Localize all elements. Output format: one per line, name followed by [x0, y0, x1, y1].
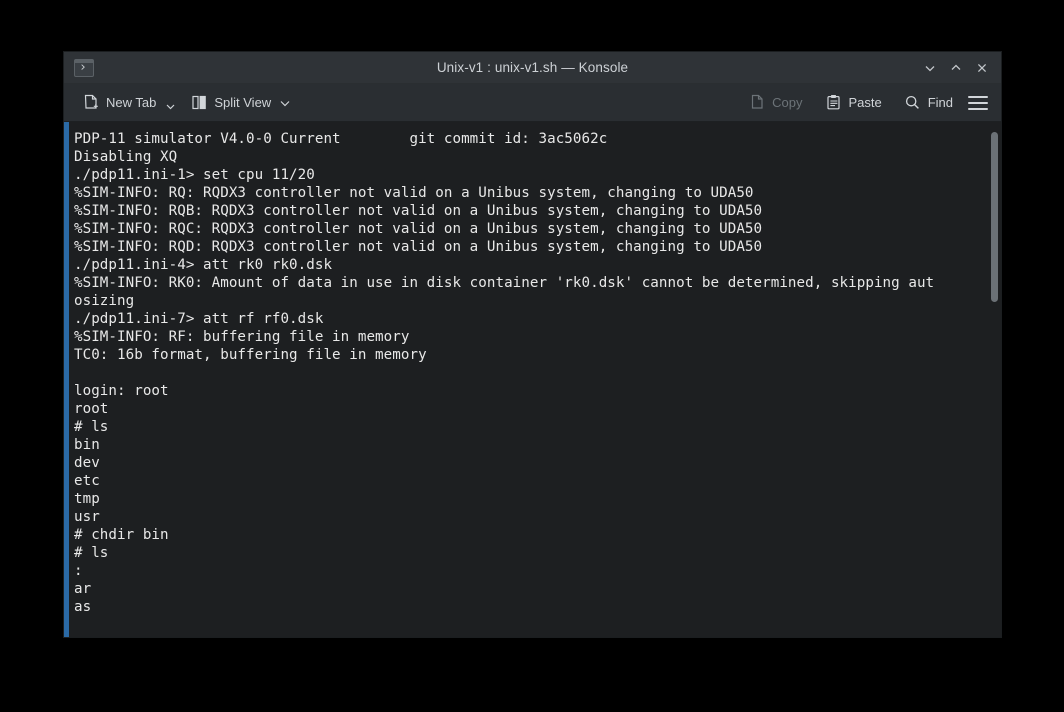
title-bar: Unix-v1 : unix-v1.sh — Konsole	[64, 52, 1001, 84]
terminal-line: usr	[74, 509, 100, 525]
terminal-line: etc	[74, 473, 100, 489]
split-view-icon	[190, 94, 208, 112]
terminal-line: %SIM-INFO: RK0: Amount of data in use in…	[74, 275, 935, 291]
paste-icon	[824, 94, 842, 112]
terminal-line: ar	[74, 581, 92, 597]
terminal-line: root	[74, 401, 109, 417]
terminal-line: ./pdp11.ini-4> att rk0 rk0.dsk	[74, 257, 333, 273]
close-icon[interactable]	[969, 55, 995, 81]
new-tab-icon	[82, 94, 100, 112]
copy-button[interactable]: Copy	[742, 89, 808, 117]
terminal-line: osizing	[74, 293, 135, 309]
screen: Unix-v1 : unix-v1.sh — Konsole	[0, 0, 1064, 712]
terminal-line: ./pdp11.ini-1> set cpu 11/20	[74, 167, 315, 183]
terminal-line: TC0: 16b format, buffering file in memor…	[74, 347, 427, 363]
terminal-line: %SIM-INFO: RQB: RQDX3 controller not val…	[74, 203, 763, 219]
terminal-area: PDP-11 simulator V4.0-0 Current git comm…	[64, 122, 1001, 637]
terminal-scrollbar[interactable]	[987, 122, 1001, 637]
paste-label: Paste	[848, 95, 882, 110]
main-toolbar: New Tab Split View Copy Paste Find	[64, 84, 1001, 122]
terminal-line: # ls	[74, 419, 109, 435]
window-title: Unix-v1 : unix-v1.sh — Konsole	[436, 60, 629, 75]
search-icon	[904, 94, 922, 112]
terminal-line: :	[74, 563, 83, 579]
terminal-line: # chdir bin	[74, 527, 169, 543]
terminal-line: %SIM-INFO: RQC: RQDX3 controller not val…	[74, 221, 763, 237]
maximize-icon[interactable]	[943, 55, 969, 81]
split-view-label: Split View	[214, 95, 272, 110]
new-tab-label: New Tab	[106, 95, 157, 110]
terminal-line: PDP-11 simulator V4.0-0 Current git comm…	[74, 131, 608, 147]
split-view-button[interactable]: Split View	[184, 89, 299, 117]
split-view-chevron-down-icon[interactable]	[277, 97, 293, 109]
new-tab-button[interactable]: New Tab	[76, 89, 184, 117]
terminal-line: Disabling XQ	[74, 149, 178, 165]
terminal-line: as	[74, 599, 92, 615]
terminal-line: tmp	[74, 491, 100, 507]
find-label: Find	[927, 95, 953, 110]
terminal-prompt-icon	[74, 58, 94, 77]
scrollbar-thumb[interactable]	[991, 132, 998, 302]
konsole-window: Unix-v1 : unix-v1.sh — Konsole	[64, 52, 1001, 637]
terminal-line: %SIM-INFO: RF: buffering file in memory	[74, 329, 410, 345]
window-controls	[917, 55, 1001, 81]
hamburger-menu-icon[interactable]	[965, 90, 991, 116]
terminal-line: %SIM-INFO: RQD: RQDX3 controller not val…	[74, 239, 763, 255]
find-button[interactable]: Find	[898, 89, 959, 117]
terminal-line: dev	[74, 455, 100, 471]
terminal-output[interactable]: PDP-11 simulator V4.0-0 Current git comm…	[69, 122, 987, 637]
terminal-line: ./pdp11.ini-7> att rf rf0.dsk	[74, 311, 324, 327]
terminal-line: %SIM-INFO: RQ: RQDX3 controller not vali…	[74, 185, 754, 201]
terminal-line: login: root	[74, 383, 169, 399]
terminal-line: bin	[74, 437, 100, 453]
new-tab-chevron-down-icon[interactable]	[162, 94, 178, 112]
minimize-icon[interactable]	[917, 55, 943, 81]
terminal-line: # ls	[74, 545, 109, 561]
copy-icon	[748, 94, 766, 112]
copy-label: Copy	[772, 95, 803, 110]
paste-button[interactable]: Paste	[818, 89, 887, 117]
